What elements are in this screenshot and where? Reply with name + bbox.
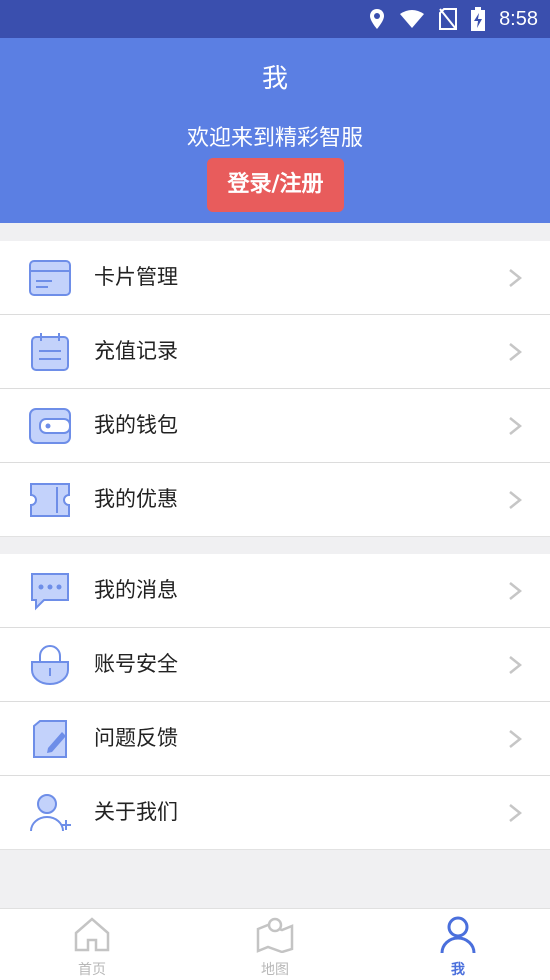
chevron-right-icon [509, 582, 522, 600]
menu-item-card-management[interactable]: 卡片管理 [0, 241, 550, 315]
menu-item-feedback[interactable]: 问题反馈 [0, 702, 550, 776]
tab-label: 首页 [78, 962, 106, 978]
lock-icon [31, 645, 69, 685]
menu-item-account-security[interactable]: 账号安全 [0, 628, 550, 702]
menu-item-coupons[interactable]: 我的优惠 [0, 463, 550, 537]
profile-header: 我 欢迎来到精彩智服 登录/注册 [0, 38, 550, 223]
tab-label: 地图 [261, 962, 289, 978]
no-sim-icon [439, 8, 458, 30]
location-icon [370, 9, 385, 29]
menu-item-wallet[interactable]: 我的钱包 [0, 389, 550, 463]
chevron-right-icon [509, 417, 522, 435]
menu-item-label: 卡片管理 [94, 265, 178, 289]
chevron-right-icon [509, 491, 522, 509]
menu-item-label: 我的消息 [94, 578, 178, 602]
home-icon [74, 917, 110, 952]
chevron-right-icon [509, 804, 522, 822]
tab-map[interactable]: 地图 [220, 909, 330, 980]
chevron-right-icon [509, 343, 522, 361]
menu-item-label: 关于我们 [94, 800, 178, 824]
login-register-button[interactable]: 登录/注册 [207, 158, 344, 212]
card-icon [29, 260, 71, 296]
menu-item-label: 我的钱包 [94, 413, 178, 437]
welcome-text: 欢迎来到精彩智服 [186, 126, 363, 151]
message-icon [31, 573, 69, 611]
chevron-right-icon [509, 656, 522, 674]
map-icon [256, 917, 294, 953]
status-bar: 8:58 [0, 0, 550, 38]
wallet-icon [29, 408, 71, 444]
feedback-icon [33, 720, 67, 758]
menu-group-service: 我的消息 账号安全 问题反馈 关于我们 [0, 554, 550, 850]
menu-item-messages[interactable]: 我的消息 [0, 554, 550, 628]
menu-group-account: 卡片管理 充值记录 我的钱包 我的优惠 [0, 241, 550, 537]
page-title: 我 [261, 64, 288, 94]
menu-item-recharge-record[interactable]: 充值记录 [0, 315, 550, 389]
calendar-record-icon [31, 333, 69, 371]
coupon-icon [30, 483, 70, 517]
menu-item-label: 我的优惠 [94, 487, 178, 511]
menu-item-label: 账号安全 [94, 652, 178, 676]
tab-label: 我 [451, 962, 465, 978]
chevron-right-icon [509, 730, 522, 748]
menu-item-about-us[interactable]: 关于我们 [0, 776, 550, 850]
wifi-icon [400, 10, 425, 28]
profile-icon [440, 916, 476, 954]
about-user-icon [30, 794, 71, 832]
battery-charging-icon [471, 7, 486, 31]
chevron-right-icon [509, 269, 522, 287]
status-time: 8:58 [499, 7, 538, 30]
menu-item-label: 问题反馈 [94, 726, 178, 750]
tab-profile[interactable]: 我 [403, 909, 513, 980]
tab-home[interactable]: 首页 [37, 909, 147, 980]
menu-item-label: 充值记录 [94, 339, 178, 363]
bottom-tab-bar: 首页 地图 我 [0, 908, 550, 980]
